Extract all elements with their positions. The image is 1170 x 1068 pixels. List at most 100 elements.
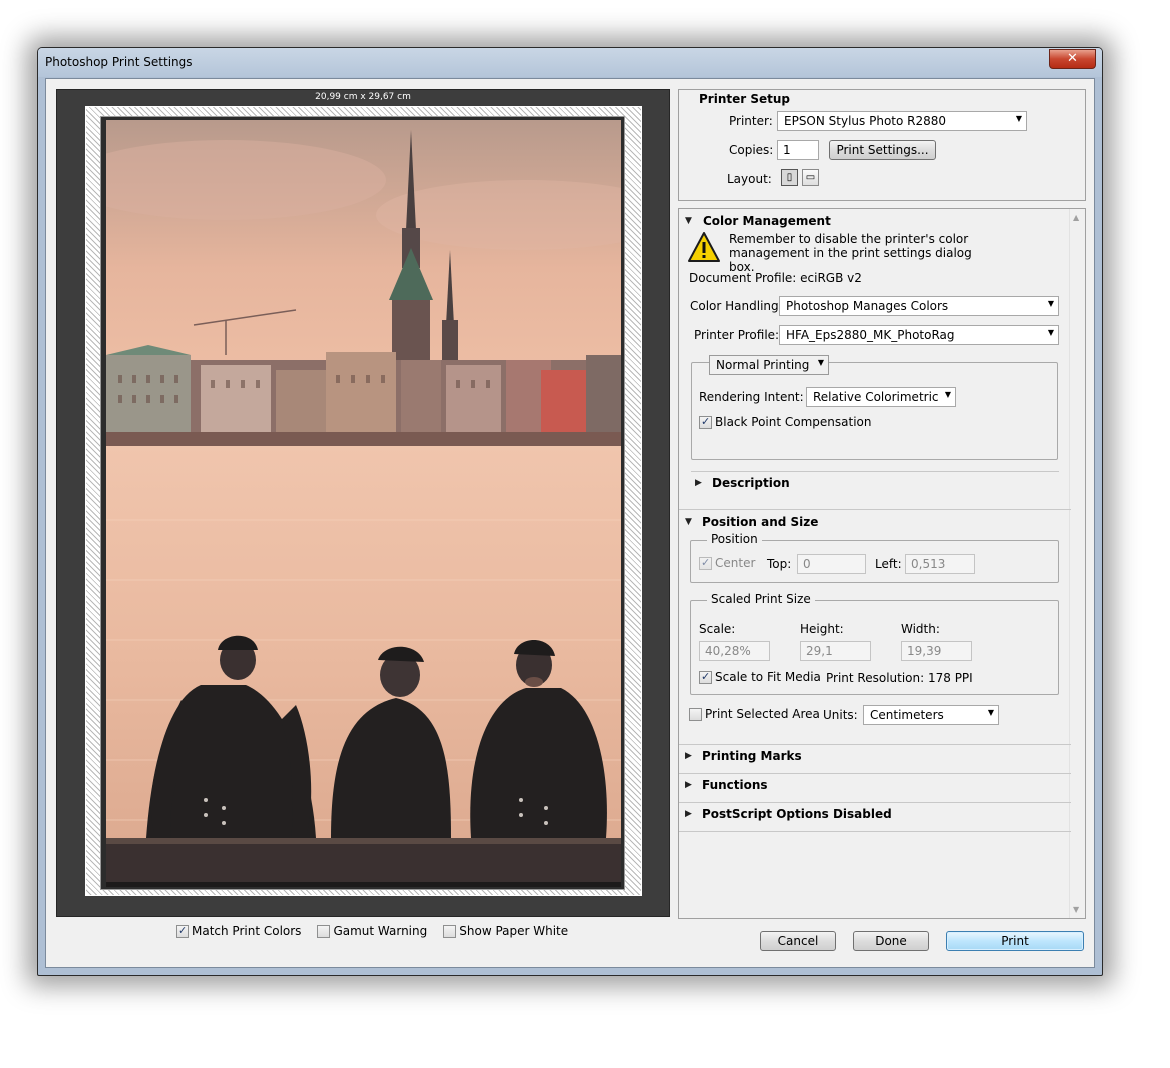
title-bar: Photoshop Print Settings ✕ (38, 48, 1102, 77)
triangle-down-icon[interactable]: ▼ (685, 517, 692, 527)
gamut-warning-option[interactable]: Gamut Warning (317, 924, 427, 938)
match-print-colors-checkbox[interactable] (176, 924, 189, 938)
divider (679, 802, 1071, 803)
black-point-checkbox[interactable] (699, 415, 712, 429)
preview-options: Match Print Colors Gamut Warning Show Pa… (176, 922, 568, 940)
triangle-right-icon[interactable]: ▶ (685, 751, 692, 761)
warning-icon (688, 232, 720, 262)
width-value: 19,39 (907, 644, 942, 658)
scale-to-fit-label: Scale to Fit Media (715, 670, 821, 684)
gamut-warning-label: Gamut Warning (333, 924, 428, 938)
match-print-colors-label: Match Print Colors (192, 924, 302, 938)
print-selected-area-checkbox[interactable] (689, 707, 702, 721)
color-handling-label: Color Handling: (690, 299, 783, 313)
scaled-print-size-legend: Scaled Print Size (707, 592, 815, 606)
divider (679, 773, 1071, 774)
description-title[interactable]: Description (712, 476, 790, 490)
printing-mode-group (691, 362, 1058, 460)
divider (679, 509, 1071, 510)
position-size-title[interactable]: Position and Size (702, 515, 818, 529)
black-point-label: Black Point Compensation (715, 415, 872, 429)
scroll-up-icon[interactable]: ▲ (1073, 213, 1079, 222)
divider (679, 831, 1071, 832)
copies-label: Copies: (729, 143, 774, 157)
photo-image (106, 120, 621, 887)
chevron-down-icon: ▼ (1047, 328, 1054, 337)
settings-panel: Printer Setup Printer: EPSON Stylus Phot… (678, 89, 1086, 919)
scale-to-fit-checkbox[interactable] (699, 670, 712, 684)
show-paper-white-label: Show Paper White (459, 924, 569, 938)
width-label: Width: (901, 622, 940, 636)
center-option[interactable]: Center (699, 556, 755, 570)
rendering-intent-dropdown[interactable]: Relative Colorimetric ▼ (806, 387, 956, 407)
match-print-colors-option[interactable]: Match Print Colors (176, 924, 301, 938)
height-value: 29,1 (806, 644, 833, 658)
units-label: Units: (823, 708, 858, 722)
printer-setup-title: Printer Setup (699, 92, 790, 106)
printer-profile-dropdown[interactable]: HFA_Eps2880_MK_PhotoRag ▼ (779, 325, 1059, 345)
black-point-option[interactable]: Black Point Compensation (699, 415, 872, 429)
triangle-right-icon[interactable]: ▶ (695, 478, 702, 488)
show-paper-white-checkbox[interactable] (443, 924, 457, 938)
triangle-right-icon[interactable]: ▶ (685, 809, 692, 819)
left-value: 0,513 (911, 557, 946, 571)
scale-input[interactable]: 40,28% (699, 641, 770, 661)
printer-setup-group: Printer Setup Printer: EPSON Stylus Phot… (678, 89, 1086, 201)
top-label: Top: (767, 557, 792, 571)
width-input[interactable]: 19,39 (901, 641, 972, 661)
document-profile: Document Profile: eciRGB v2 (689, 271, 862, 285)
chevron-down-icon: ▼ (1015, 114, 1022, 123)
functions-title[interactable]: Functions (702, 778, 768, 792)
color-handling-value: Photoshop Manages Colors (786, 299, 949, 313)
settings-scroll-area[interactable]: ▲ ▼ ▼ Color Management Remember to disab… (678, 208, 1086, 919)
height-input[interactable]: 29,1 (800, 641, 871, 661)
done-button[interactable]: Done (853, 931, 929, 951)
scale-label: Scale: (699, 622, 736, 636)
print-preview: 20,99 cm x 29,67 cm (56, 89, 670, 917)
printer-dropdown[interactable]: EPSON Stylus Photo R2880 ▼ (777, 111, 1027, 131)
chevron-down-icon: ▼ (944, 390, 951, 399)
scroll-down-icon[interactable]: ▼ (1073, 905, 1079, 914)
printing-mode-dropdown[interactable]: Normal Printing ▼ (709, 355, 829, 375)
triangle-right-icon[interactable]: ▶ (685, 780, 692, 790)
preview-photo[interactable] (106, 120, 621, 887)
scale-value: 40,28% (705, 644, 751, 658)
top-value: 0 (803, 557, 811, 571)
position-legend: Position (707, 532, 762, 546)
layout-portrait-icon[interactable]: ▯ (781, 169, 798, 186)
scale-to-fit-option[interactable]: Scale to Fit Media (699, 670, 821, 684)
paper-size-label: 20,99 cm x 29,67 cm (315, 92, 411, 102)
color-management-title[interactable]: Color Management (703, 214, 831, 228)
paper-sheet (85, 106, 642, 896)
close-button[interactable]: ✕ (1049, 49, 1096, 69)
print-selected-area-option[interactable]: Print Selected Area (689, 707, 820, 721)
cancel-button[interactable]: Cancel (760, 931, 836, 951)
chevron-down-icon: ▼ (817, 358, 824, 367)
printing-marks-title[interactable]: Printing Marks (702, 749, 802, 763)
center-checkbox[interactable] (699, 556, 712, 570)
left-input[interactable]: 0,513 (905, 554, 975, 574)
printer-profile-label: Printer Profile: (694, 328, 780, 342)
print-resolution: Print Resolution: 178 PPI (826, 671, 973, 685)
print-button[interactable]: Print (946, 931, 1084, 951)
rendering-intent-label: Rendering Intent: (699, 390, 804, 404)
color-handling-dropdown[interactable]: Photoshop Manages Colors ▼ (779, 296, 1059, 316)
postscript-options-title[interactable]: PostScript Options Disabled (702, 807, 892, 821)
units-dropdown[interactable]: Centimeters ▼ (863, 705, 999, 725)
left-label: Left: (875, 557, 902, 571)
printing-mode-value: Normal Printing (716, 358, 810, 372)
printer-profile-value: HFA_Eps2880_MK_PhotoRag (786, 328, 955, 342)
dialog-client-area: 20,99 cm x 29,67 cm ✓ Match Print Colors… (45, 78, 1095, 968)
show-paper-white-option[interactable]: Show Paper White (443, 924, 568, 938)
copies-input[interactable]: 1 (777, 140, 819, 160)
print-settings-window: Photoshop Print Settings ✕ 20,99 cm x 29… (37, 47, 1103, 976)
print-settings-button[interactable]: Print Settings... (829, 140, 936, 160)
layout-landscape-icon[interactable]: ▭ (802, 169, 819, 186)
layout-label: Layout: (727, 172, 772, 186)
gamut-warning-checkbox[interactable] (317, 924, 331, 938)
divider (691, 471, 1059, 472)
triangle-down-icon[interactable]: ▼ (685, 216, 692, 226)
scrollbar[interactable]: ▲ ▼ (1069, 209, 1085, 918)
window-title: Photoshop Print Settings (45, 55, 193, 69)
top-input[interactable]: 0 (797, 554, 866, 574)
